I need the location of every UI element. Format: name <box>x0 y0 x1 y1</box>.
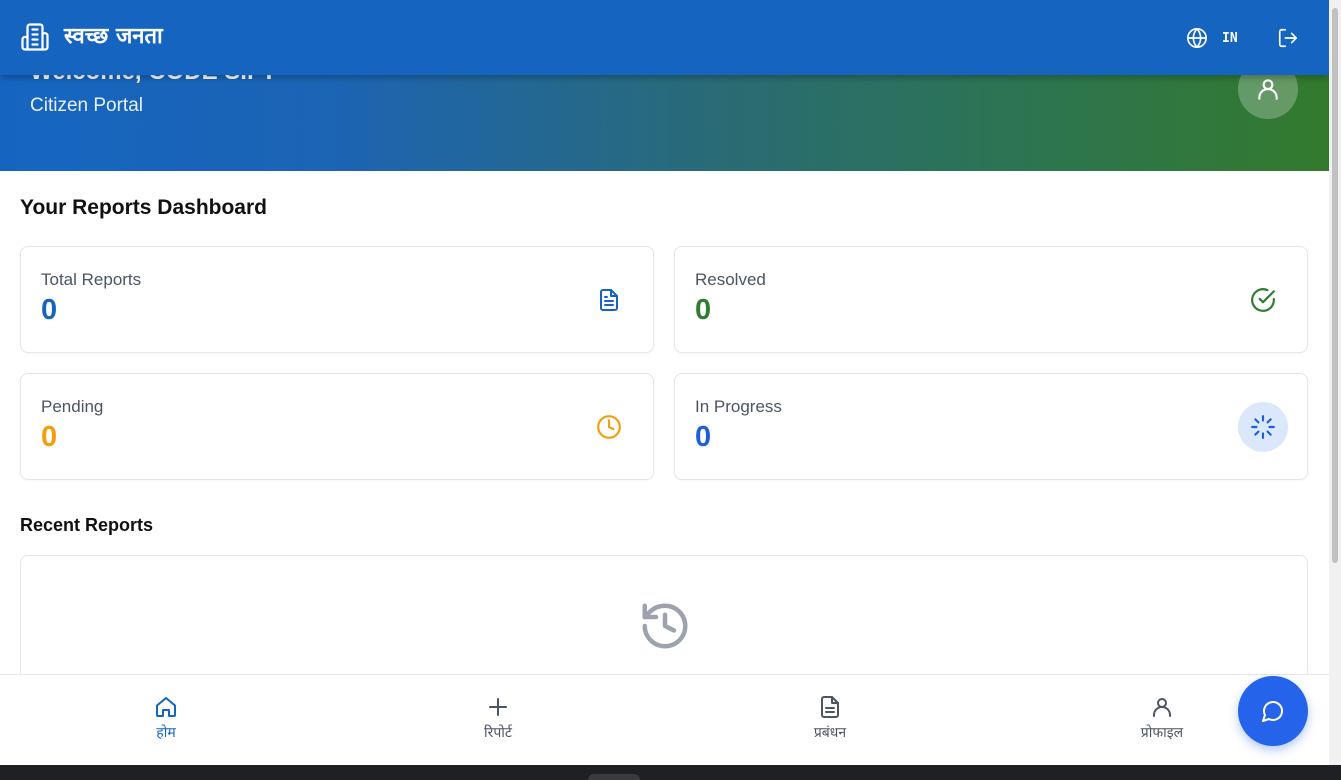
history-icon <box>638 599 692 658</box>
scrollbar[interactable] <box>1329 0 1341 765</box>
nav-item-home[interactable]: होम <box>106 695 226 742</box>
home-icon <box>156 697 176 717</box>
document-icon <box>821 696 839 718</box>
card-value: 0 <box>41 294 58 326</box>
language-code: IN <box>1222 30 1238 46</box>
app-window: Welcome, CODE SIFT Citizen Portal स्वच्छ… <box>0 0 1329 765</box>
loader-icon <box>1238 402 1288 452</box>
nav-item-management[interactable]: प्रबंधन <box>770 695 890 742</box>
card-label: In Progress <box>695 397 782 416</box>
recent-reports-title: Recent Reports <box>20 515 154 535</box>
card-value: 0 <box>41 421 58 453</box>
logout-button[interactable] <box>1277 27 1299 54</box>
document-icon <box>584 275 634 325</box>
brand[interactable]: स्वच्छ जनता <box>20 22 163 52</box>
chat-icon <box>1262 701 1283 722</box>
bottom-navigation: होम रिपोर्ट प्रबंधन प्रोफाइल <box>0 674 1329 765</box>
card-value: 0 <box>695 421 712 453</box>
card-label: Pending <box>41 397 104 416</box>
scrollbar-thumb[interactable] <box>1332 8 1338 563</box>
portal-subtitle: Citizen Portal <box>30 95 143 116</box>
total-reports-card[interactable]: Total Reports 0 <box>20 246 654 353</box>
pending-card[interactable]: Pending 0 <box>20 373 654 480</box>
resolved-card[interactable]: Resolved 0 <box>674 246 1308 353</box>
card-label: Total Reports <box>41 270 142 289</box>
user-icon <box>1153 698 1171 717</box>
nav-label: प्रबंधन <box>813 725 847 741</box>
nav-label: होम <box>156 725 176 741</box>
check-circle-icon <box>1238 275 1288 325</box>
taskbar-handle <box>588 774 640 780</box>
in-progress-card[interactable]: In Progress 0 <box>674 373 1308 480</box>
card-label: Resolved <box>695 270 766 289</box>
globe-icon <box>1187 28 1207 48</box>
card-value: 0 <box>695 294 712 326</box>
language-selector[interactable]: IN <box>1186 27 1238 49</box>
plus-icon <box>489 698 507 716</box>
clock-icon <box>584 402 634 452</box>
building-icon <box>21 23 49 51</box>
window-bottom-edge <box>0 765 1341 780</box>
logout-icon <box>1278 28 1298 48</box>
nav-item-profile[interactable]: प्रोफाइल <box>1102 695 1222 742</box>
user-icon <box>1258 79 1278 100</box>
app-title: स्वच्छ जनता <box>64 24 163 49</box>
dashboard-title: Your Reports Dashboard <box>20 196 267 219</box>
chat-button[interactable] <box>1238 676 1308 746</box>
top-app-bar: स्वच्छ जनता IN <box>0 0 1329 75</box>
nav-label: प्रोफाइल <box>1140 725 1184 741</box>
nav-item-report[interactable]: रिपोर्ट <box>438 695 558 742</box>
nav-label: रिपोर्ट <box>484 725 512 741</box>
